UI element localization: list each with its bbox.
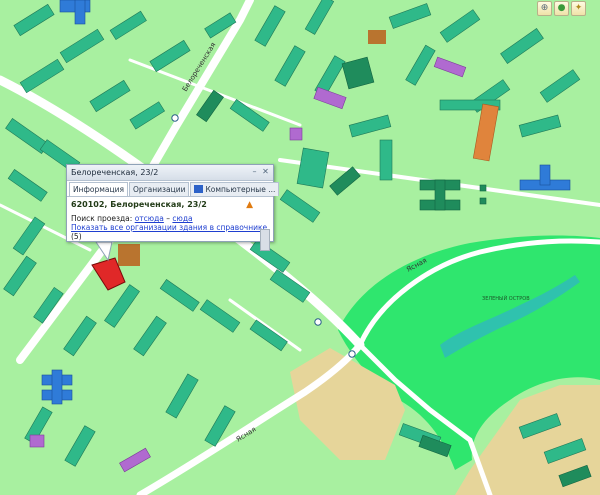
map-toolbar: ⊕ ● ✦ [536,0,600,18]
park-label: ЗЕЛЕНЫЙ ОСТРОВ [482,295,530,302]
popup-title: Белореченская, 23/2 [71,168,159,177]
zoom-in-icon[interactable]: ⊕ [537,1,552,16]
show-all-organizations-link[interactable]: Показать все организации здания в справо… [71,223,267,232]
minimize-icon[interactable]: – [250,167,259,176]
route-label: Поиск проезда: [71,214,133,223]
close-icon[interactable]: ✕ [261,167,270,176]
tab-computer[interactable]: Компьютерные ... [190,182,280,196]
brown-building-1 [118,244,140,266]
address-text: 620102, Белореченская, 23/2 [71,200,207,209]
building-info-popup: Белореченская, 23/2 – ✕ Информация Орган… [66,164,280,251]
tab-organizations[interactable]: Организации [129,182,190,196]
brown-building-2 [368,30,386,44]
show-all-row: Показать все организации здания в справо… [71,223,269,241]
tab-computer-label: Компьютерные ... [205,185,276,194]
city-map[interactable]: Белореченская Ясная Ясная ЗЕЛЕНЫЙ ОСТРОВ [0,0,600,495]
computer-icon [194,185,204,193]
route-from-link[interactable]: отсюда [135,214,164,223]
popup-body: 620102, Белореченская, 23/2 ▲ Поиск прое… [67,197,273,251]
popup-header: Белореченская, 23/2 – ✕ [67,165,273,181]
warning-icon[interactable]: ▲ [246,200,253,210]
bus-stop-icon [314,318,322,326]
popup-scrollbar[interactable] [260,229,270,251]
tab-info[interactable]: Информация [69,182,129,196]
route-to-link[interactable]: сюда [172,214,192,223]
bus-stop-icon [171,114,179,122]
bus-stop-icon [348,350,356,358]
route-row: Поиск проезда: отсюда – сюда [71,214,269,223]
settings-icon[interactable]: ✦ [571,1,586,16]
layers-icon[interactable]: ● [554,1,569,16]
organizations-count: (5) [71,232,82,241]
popup-tabs: Информация Организации Компьютерные ... [67,181,280,197]
